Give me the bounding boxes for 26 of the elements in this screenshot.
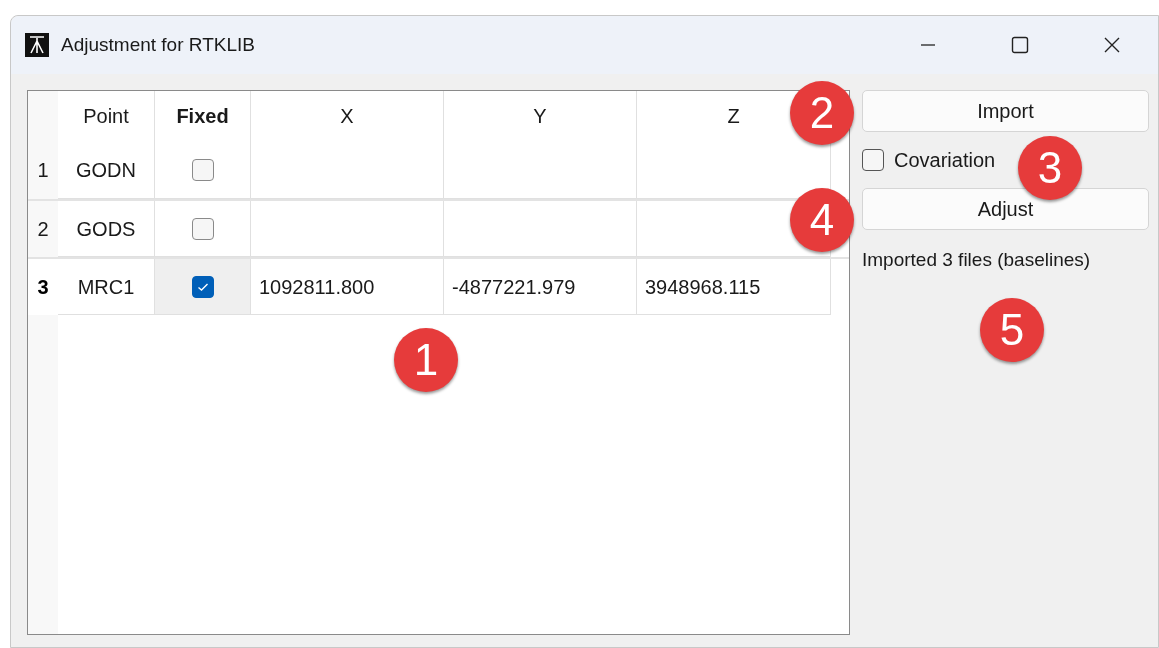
minimize-icon bbox=[920, 44, 936, 46]
maximize-icon bbox=[1011, 36, 1029, 54]
adjust-button[interactable]: Adjust bbox=[862, 188, 1149, 230]
checkbox[interactable] bbox=[191, 217, 214, 240]
checkbox[interactable] bbox=[191, 275, 214, 298]
table-cell: 1092811.800 bbox=[251, 259, 444, 315]
column-header[interactable]: X bbox=[340, 101, 354, 131]
table-cell: -4877221.979 bbox=[444, 259, 637, 315]
column-header[interactable]: Point bbox=[83, 101, 129, 131]
table-cell: GODS bbox=[58, 201, 155, 257]
column-header[interactable]: Fixed bbox=[176, 101, 229, 131]
window-title: Adjustment for RTKLIB bbox=[61, 32, 255, 57]
row-number[interactable]: 2 bbox=[28, 201, 58, 257]
table-cell: 3948968.115 bbox=[637, 259, 831, 315]
column-header[interactable]: Y bbox=[533, 101, 547, 131]
close-icon bbox=[1103, 36, 1121, 54]
checkbox-label: Covariation bbox=[894, 148, 996, 173]
column-header[interactable]: Z bbox=[727, 101, 740, 131]
table-cell: GODN bbox=[58, 141, 155, 199]
import-button[interactable]: Import bbox=[862, 90, 1149, 132]
row-number[interactable]: 1 bbox=[28, 141, 58, 199]
checkmark-icon bbox=[196, 281, 209, 292]
checkbox[interactable] bbox=[191, 158, 214, 181]
tripod-icon bbox=[25, 33, 49, 57]
status-text: Imported 3 files (baselines) bbox=[862, 248, 1092, 272]
covariation-checkbox[interactable] bbox=[862, 149, 884, 171]
